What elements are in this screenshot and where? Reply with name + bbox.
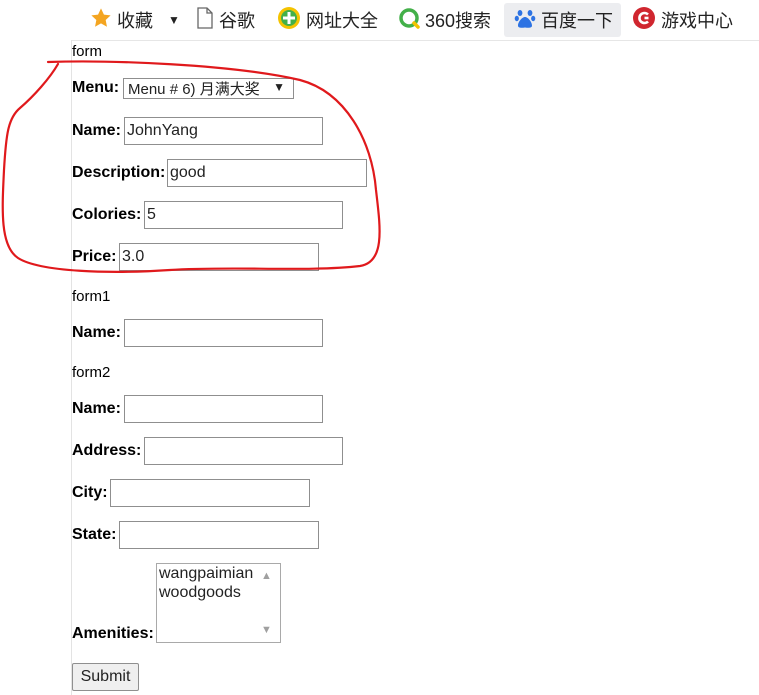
- annotation-circle: [1, 60, 381, 273]
